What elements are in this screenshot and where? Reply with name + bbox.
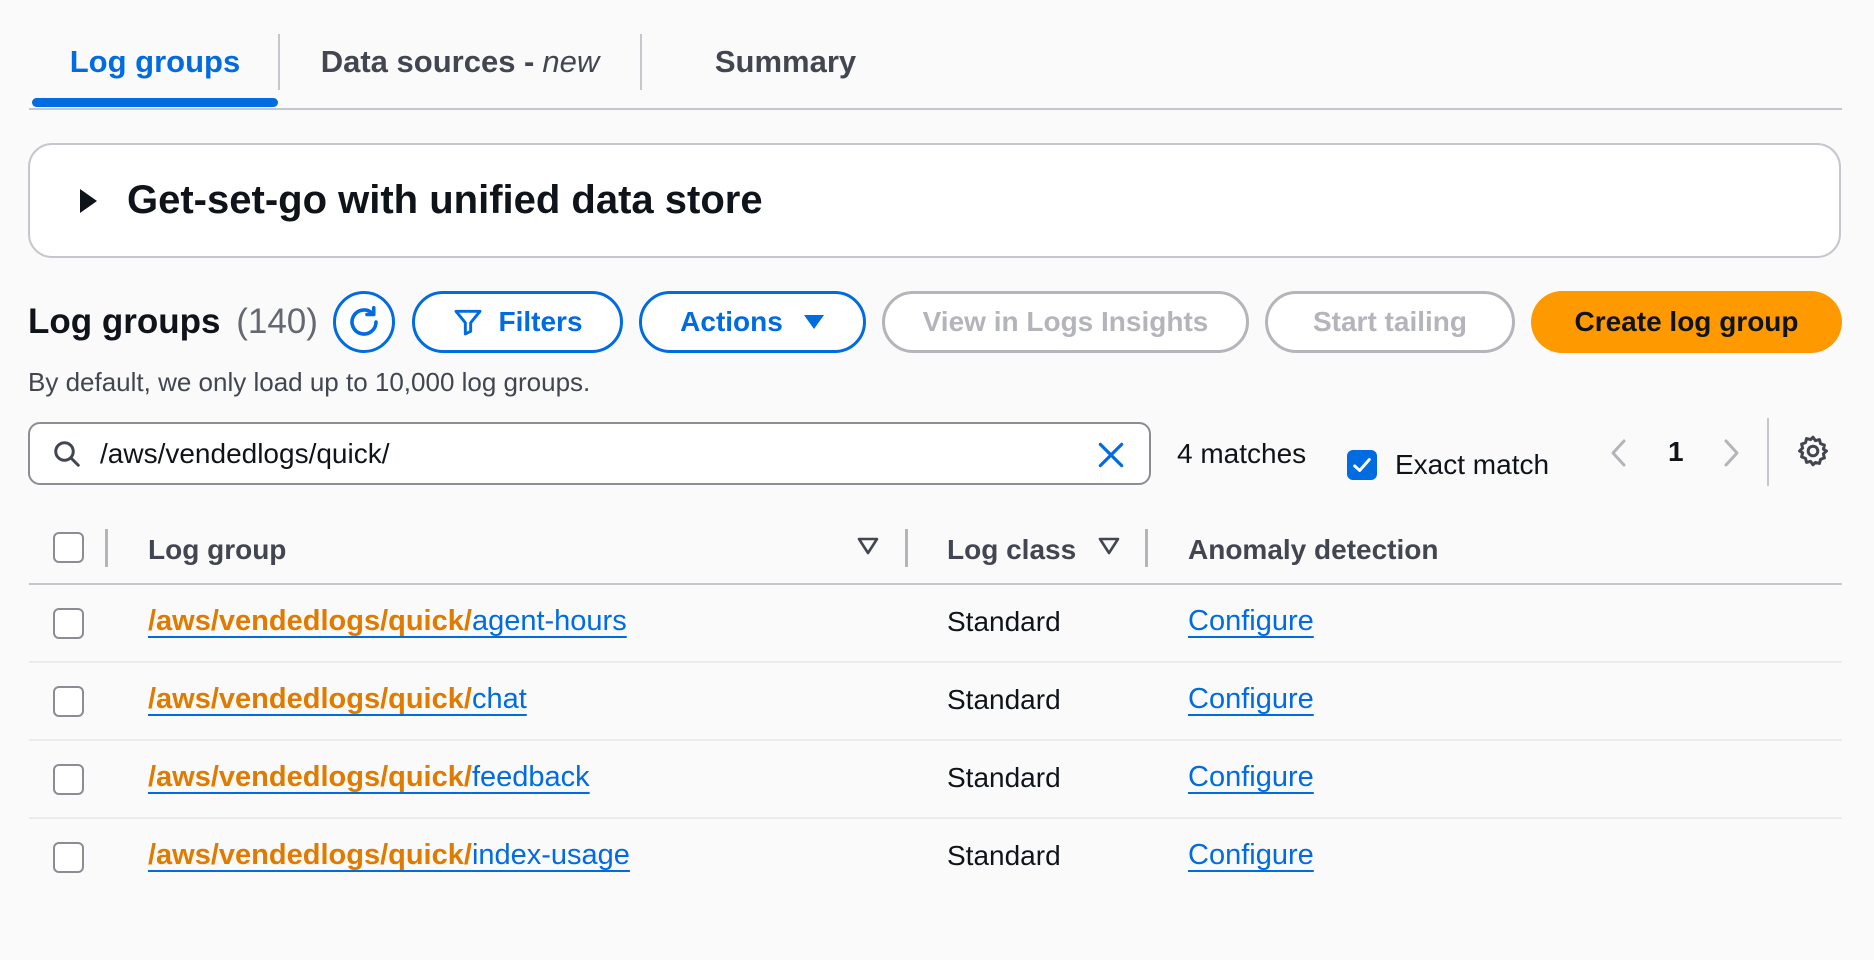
toolbar-divider xyxy=(1767,418,1769,486)
row-checkbox[interactable] xyxy=(53,608,84,639)
column-divider xyxy=(105,529,108,567)
tab-log-groups[interactable]: Log groups xyxy=(32,40,278,84)
log-class-value: Standard xyxy=(947,762,1061,793)
page-title-text: Log groups xyxy=(28,302,221,341)
column-divider xyxy=(1145,529,1148,567)
log-groups-table: Log group Log class Anomaly detection /a… xyxy=(29,512,1842,897)
configure-anomaly-link[interactable]: Configure xyxy=(1188,761,1314,794)
log-class-value: Standard xyxy=(947,840,1061,871)
get-set-go-expandable-section[interactable]: Get-set-go with unified data store xyxy=(28,143,1841,258)
tab-label: Log groups xyxy=(69,44,241,79)
log-group-link[interactable]: /aws/vendedlogs/quick/agent-hours xyxy=(148,605,627,638)
exact-match-toggle[interactable]: Exact match xyxy=(1347,449,1549,481)
tab-label: Data sources - xyxy=(320,44,535,79)
create-log-group-label: Create log group xyxy=(1574,306,1799,337)
column-header-anomaly-detection: Anomaly detection xyxy=(1188,534,1439,565)
page-title: Log groups (140) xyxy=(28,302,318,342)
checkmark-icon xyxy=(1353,458,1371,472)
log-group-link[interactable]: /aws/vendedlogs/quick/feedback xyxy=(148,761,590,794)
tab-bar: Log groups Data sources - new Summary xyxy=(29,0,1842,110)
log-group-name-suffix: feedback xyxy=(471,761,590,793)
tab-label: Summary xyxy=(714,44,857,79)
column-divider xyxy=(905,529,908,567)
sort-caret-icon[interactable] xyxy=(857,537,879,555)
log-group-match-prefix: /aws/vendedlogs/quick/ xyxy=(148,605,472,637)
tab-new-badge: new xyxy=(542,44,600,79)
log-group-match-prefix: /aws/vendedlogs/quick/ xyxy=(148,839,472,871)
log-group-name-suffix: index-usage xyxy=(471,839,630,871)
select-all-checkbox[interactable] xyxy=(53,532,84,563)
search-field xyxy=(28,422,1151,485)
configure-anomaly-link[interactable]: Configure xyxy=(1188,605,1314,638)
page-description: By default, we only load up to 10,000 lo… xyxy=(28,367,591,397)
start-tailing-button[interactable]: Start tailing xyxy=(1265,291,1515,353)
tab-data-sources[interactable]: Data sources - new xyxy=(280,40,640,84)
table-row: /aws/vendedlogs/quick/index-usage Standa… xyxy=(29,819,1842,897)
filters-label: Filters xyxy=(498,306,583,337)
actions-label: Actions xyxy=(680,306,783,337)
column-header-log-group[interactable]: Log group xyxy=(148,534,286,566)
log-group-match-prefix: /aws/vendedlogs/quick/ xyxy=(148,761,472,793)
tab-summary[interactable]: Summary xyxy=(642,40,929,84)
panel-title: Get-set-go with unified data store xyxy=(127,178,763,222)
refresh-button[interactable] xyxy=(333,291,395,353)
search-icon xyxy=(52,439,82,469)
actions-dropdown-button[interactable]: Actions xyxy=(639,291,866,353)
log-group-count: (140) xyxy=(236,302,318,341)
view-in-logs-insights-label: View in Logs Insights xyxy=(922,306,1209,337)
match-count: 4 matches xyxy=(1177,438,1307,469)
log-group-name-suffix: chat xyxy=(471,683,527,715)
row-checkbox[interactable] xyxy=(53,842,84,873)
caret-right-icon xyxy=(80,188,97,213)
configure-anomaly-link[interactable]: Configure xyxy=(1188,839,1314,872)
table-row: /aws/vendedlogs/quick/chat Standard Conf… xyxy=(29,663,1842,741)
exact-match-checkbox[interactable] xyxy=(1347,450,1377,480)
chevron-right-icon[interactable] xyxy=(1720,437,1742,469)
chevron-left-icon[interactable] xyxy=(1608,437,1630,469)
search-input[interactable] xyxy=(100,428,1060,479)
current-page-number[interactable]: 1 xyxy=(1668,436,1684,468)
table-row: /aws/vendedlogs/quick/agent-hours Standa… xyxy=(29,585,1842,663)
table-row: /aws/vendedlogs/quick/feedback Standard … xyxy=(29,741,1842,819)
refresh-icon xyxy=(346,304,382,340)
close-icon[interactable] xyxy=(1095,439,1127,471)
table-header: Log group Log class Anomaly detection xyxy=(29,512,1842,585)
row-checkbox[interactable] xyxy=(53,764,84,795)
gear-icon[interactable] xyxy=(1795,433,1831,469)
start-tailing-label: Start tailing xyxy=(1312,306,1467,337)
log-class-value: Standard xyxy=(947,684,1061,715)
configure-anomaly-link[interactable]: Configure xyxy=(1188,683,1314,716)
sort-caret-icon[interactable] xyxy=(1098,537,1120,555)
caret-down-icon xyxy=(803,314,825,330)
log-group-match-prefix: /aws/vendedlogs/quick/ xyxy=(148,683,472,715)
active-tab-indicator xyxy=(32,98,278,107)
log-group-link[interactable]: /aws/vendedlogs/quick/index-usage xyxy=(148,839,630,872)
exact-match-label: Exact match xyxy=(1395,449,1550,480)
column-header-log-class[interactable]: Log class xyxy=(947,534,1076,566)
filter-icon xyxy=(452,306,484,338)
create-log-group-button[interactable]: Create log group xyxy=(1531,291,1842,353)
log-class-value: Standard xyxy=(947,606,1061,637)
row-checkbox[interactable] xyxy=(53,686,84,717)
view-in-logs-insights-button[interactable]: View in Logs Insights xyxy=(882,291,1249,353)
filters-button[interactable]: Filters xyxy=(412,291,623,353)
log-group-link[interactable]: /aws/vendedlogs/quick/chat xyxy=(148,683,527,716)
log-group-name-suffix: agent-hours xyxy=(471,605,627,637)
